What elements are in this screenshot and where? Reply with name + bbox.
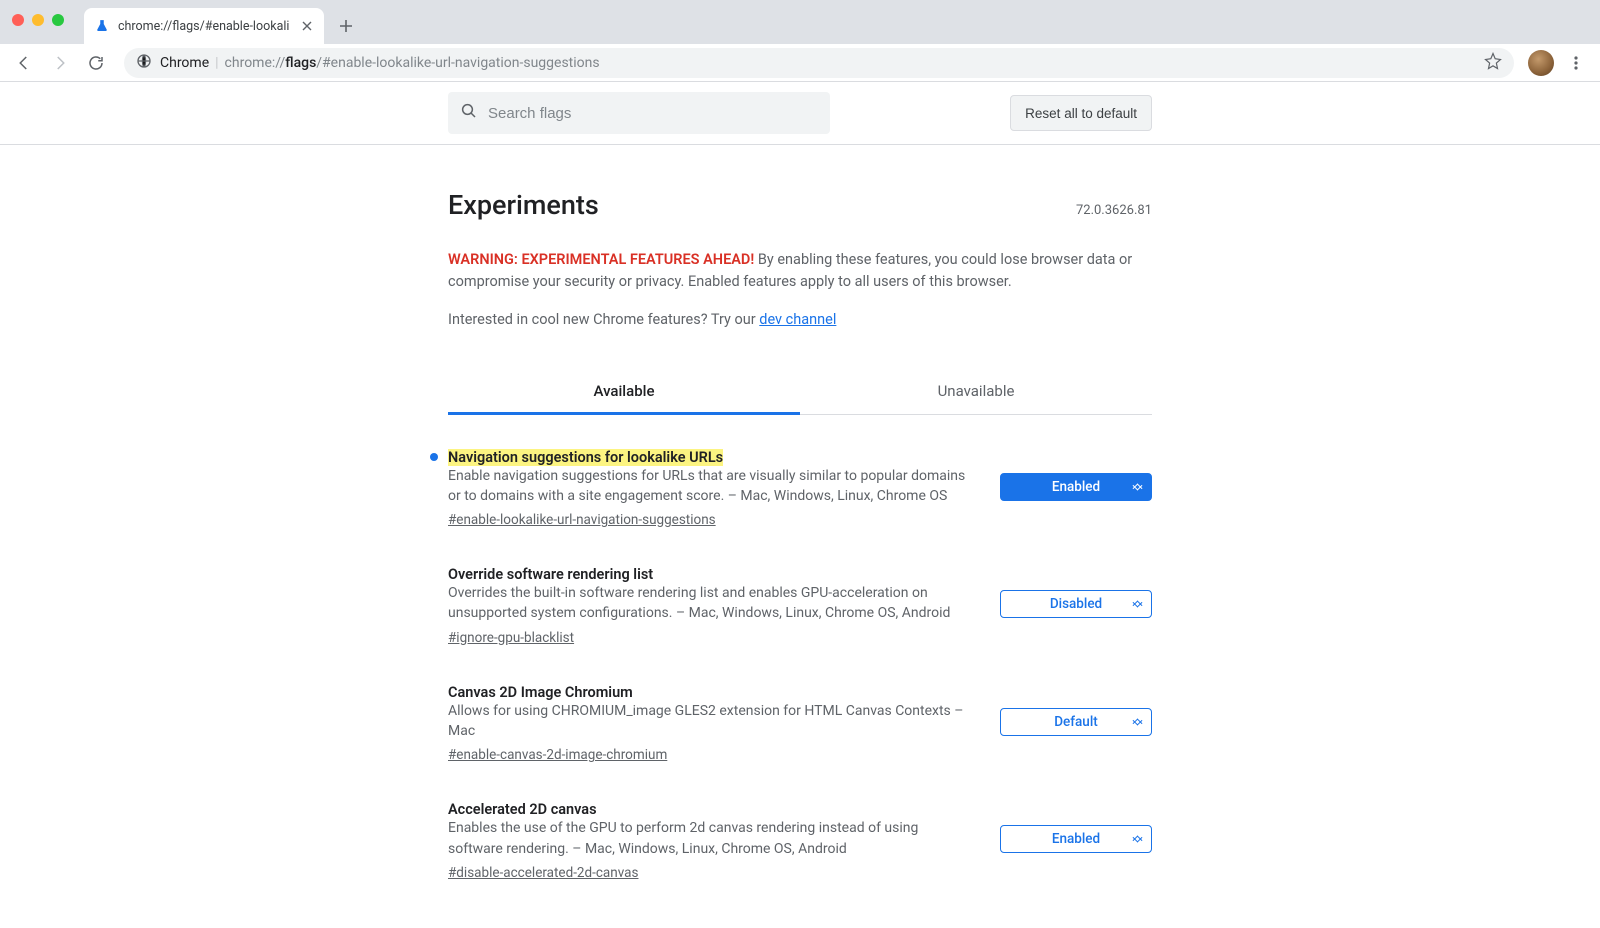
- flag-anchor-link[interactable]: #enable-canvas-2d-image-chromium: [448, 747, 667, 763]
- reload-button[interactable]: [82, 49, 110, 77]
- flag-info: Canvas 2D Image ChromiumAllows for using…: [448, 684, 970, 764]
- flag-control: Enabled: [1000, 449, 1152, 501]
- flag-row: Override software rendering listOverride…: [448, 566, 1152, 646]
- interested-prefix: Interested in cool new Chrome features? …: [448, 311, 759, 328]
- flag-state-select[interactable]: Disabled: [1000, 590, 1152, 618]
- url-path: /#enable-lookalike-url-navigation-sugges…: [316, 55, 599, 71]
- site-info-icon[interactable]: [136, 53, 152, 73]
- forward-button[interactable]: [46, 49, 74, 77]
- flag-title: Override software rendering list: [448, 566, 653, 583]
- toolbar: Chrome | chrome://flags/#enable-lookalik…: [0, 44, 1600, 82]
- bookmark-icon[interactable]: [1484, 52, 1502, 74]
- flag-description: Allows for using CHROMIUM_image GLES2 ex…: [448, 701, 970, 742]
- flag-anchor-link[interactable]: #enable-lookalike-url-navigation-suggest…: [448, 512, 716, 528]
- address-bar[interactable]: Chrome | chrome://flags/#enable-lookalik…: [124, 48, 1514, 78]
- profile-avatar[interactable]: [1528, 50, 1554, 76]
- flag-row: Navigation suggestions for lookalike URL…: [448, 449, 1152, 529]
- flags-list: Navigation suggestions for lookalike URL…: [448, 449, 1152, 881]
- flag-title: Accelerated 2D canvas: [448, 801, 597, 818]
- search-icon: [460, 102, 478, 124]
- reset-all-button[interactable]: Reset all to default: [1010, 95, 1152, 131]
- page-title: Experiments: [448, 189, 599, 221]
- flag-state-select[interactable]: Enabled: [1000, 473, 1152, 501]
- window-controls: [12, 14, 64, 26]
- chrome-menu-icon[interactable]: [1562, 49, 1590, 77]
- flag-description: Overrides the built-in software renderin…: [448, 583, 970, 624]
- flag-control: Disabled: [1000, 566, 1152, 618]
- flag-info: Navigation suggestions for lookalike URL…: [448, 449, 970, 529]
- chrome-version: 72.0.3626.81: [1076, 203, 1152, 218]
- flag-row: Canvas 2D Image ChromiumAllows for using…: [448, 684, 1152, 764]
- flag-anchor-link[interactable]: #ignore-gpu-blacklist: [448, 630, 574, 646]
- url-site-label: Chrome: [160, 55, 209, 71]
- url-text: Chrome | chrome://flags/#enable-lookalik…: [160, 55, 600, 71]
- flag-state-select[interactable]: Default: [1000, 708, 1152, 736]
- flag-title: Navigation suggestions for lookalike URL…: [448, 449, 723, 466]
- tab-strip: chrome://flags/#enable-lookali: [0, 0, 1600, 44]
- warning-text: WARNING: EXPERIMENTAL FEATURES AHEAD! By…: [448, 249, 1152, 293]
- content-area: Reset all to default Experiments 72.0.36…: [0, 82, 1600, 928]
- back-button[interactable]: [10, 49, 38, 77]
- flag-title: Canvas 2D Image Chromium: [448, 684, 633, 701]
- tabs: Available Unavailable: [448, 368, 1152, 415]
- flag-row: Accelerated 2D canvasEnables the use of …: [448, 801, 1152, 881]
- flask-icon: [94, 18, 110, 34]
- window-maximize-icon[interactable]: [52, 14, 64, 26]
- search-flags-box[interactable]: [448, 92, 830, 134]
- flags-topbar: Reset all to default: [0, 82, 1600, 145]
- flag-description: Enable navigation suggestions for URLs t…: [448, 466, 970, 507]
- flag-control: Enabled: [1000, 801, 1152, 853]
- dev-channel-link[interactable]: dev channel: [759, 311, 836, 328]
- warning-bold: WARNING: EXPERIMENTAL FEATURES AHEAD!: [448, 251, 754, 268]
- flag-anchor-link[interactable]: #disable-accelerated-2d-canvas: [448, 865, 638, 881]
- flag-description: Enables the use of the GPU to perform 2d…: [448, 818, 970, 859]
- tab-unavailable[interactable]: Unavailable: [800, 368, 1152, 414]
- new-tab-button[interactable]: [332, 12, 360, 40]
- url-scheme: chrome://: [225, 55, 286, 71]
- window-close-icon[interactable]: [12, 14, 24, 26]
- modified-dot-icon: [430, 453, 438, 461]
- flag-info: Accelerated 2D canvasEnables the use of …: [448, 801, 970, 881]
- flag-state-select[interactable]: Enabled: [1000, 825, 1152, 853]
- window-minimize-icon[interactable]: [32, 14, 44, 26]
- flag-info: Override software rendering listOverride…: [448, 566, 970, 646]
- close-tab-icon[interactable]: [300, 19, 314, 33]
- url-host: flags: [285, 55, 316, 71]
- interested-text: Interested in cool new Chrome features? …: [448, 311, 1152, 328]
- browser-tab[interactable]: chrome://flags/#enable-lookali: [84, 8, 324, 44]
- search-flags-input[interactable]: [488, 105, 818, 122]
- tab-title: chrome://flags/#enable-lookali: [118, 19, 300, 34]
- flag-control: Default: [1000, 684, 1152, 736]
- tab-available[interactable]: Available: [448, 368, 800, 414]
